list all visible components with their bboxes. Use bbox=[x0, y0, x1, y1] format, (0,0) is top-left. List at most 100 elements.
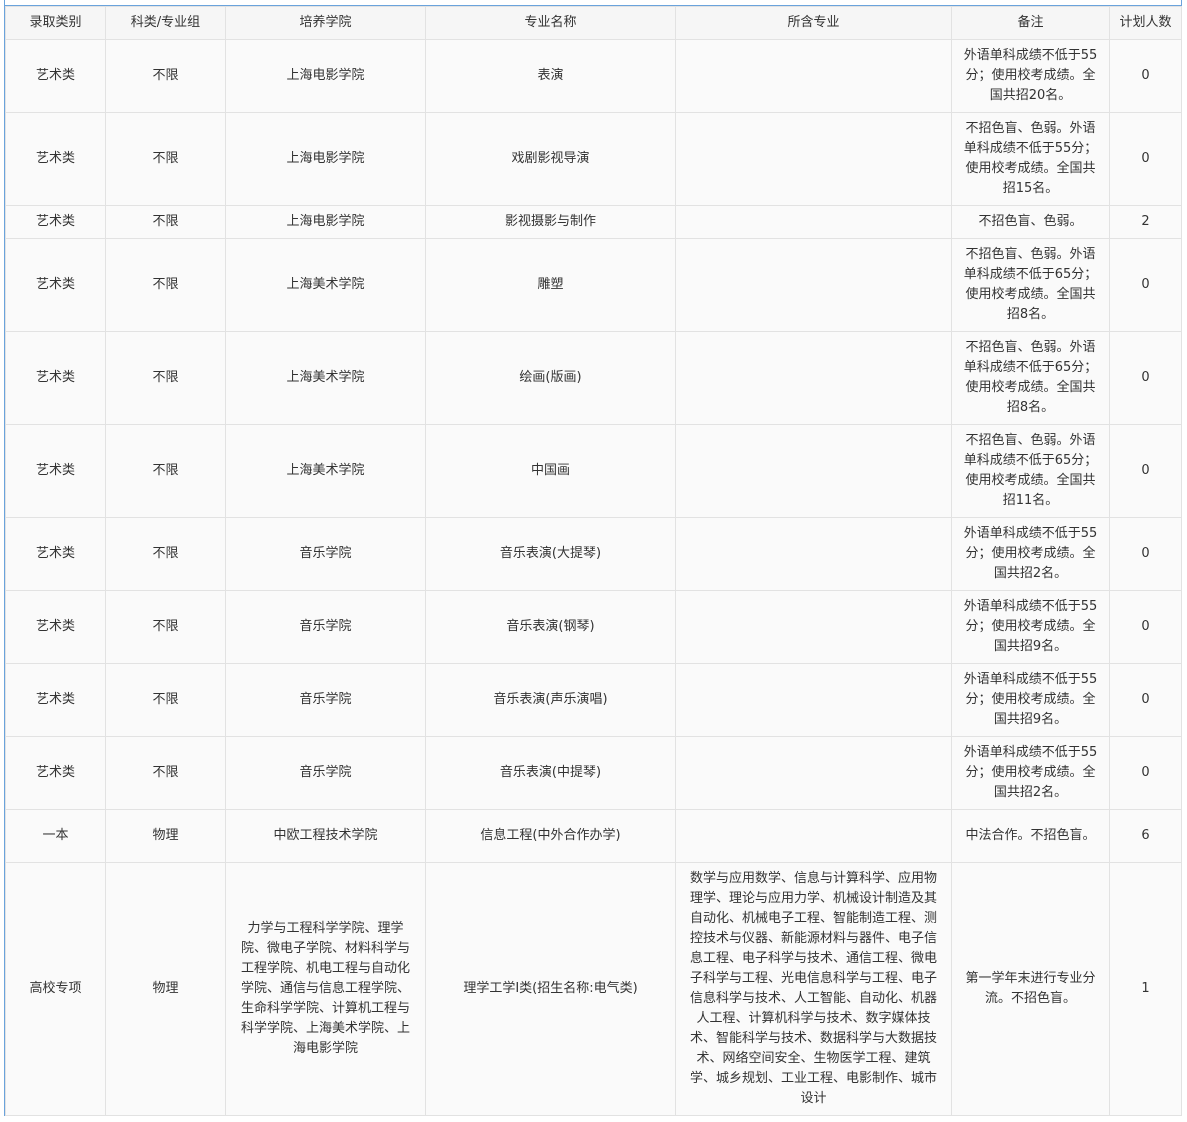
cell-plan-count: 0 bbox=[1109, 590, 1182, 664]
cell-college: 音乐学院 bbox=[225, 663, 426, 737]
cell-subject-group: 不限 bbox=[105, 517, 226, 591]
cell-subject-group: 不限 bbox=[105, 39, 226, 113]
cell-remark: 外语单科成绩不低于55分；使用校考成绩。全国共招20名。 bbox=[951, 39, 1110, 113]
header-college: 培养学院 bbox=[225, 6, 426, 40]
cell-included-majors bbox=[675, 112, 952, 206]
table-row: 艺术类 不限 上海电影学院 戏剧影视导演 不招色盲、色弱。外语单科成绩不低于55… bbox=[5, 112, 1182, 206]
cell-remark: 外语单科成绩不低于55分；使用校考成绩。全国共招2名。 bbox=[951, 736, 1110, 810]
cell-college: 上海电影学院 bbox=[225, 39, 426, 113]
cell-plan-count: 0 bbox=[1109, 424, 1182, 518]
table-row: 艺术类 不限 上海美术学院 中国画 不招色盲、色弱。外语单科成绩不低于65分；使… bbox=[5, 424, 1182, 518]
table-row: 艺术类 不限 上海电影学院 表演 外语单科成绩不低于55分；使用校考成绩。全国共… bbox=[5, 39, 1182, 113]
cell-college: 上海美术学院 bbox=[225, 238, 426, 332]
cell-category: 艺术类 bbox=[5, 205, 106, 239]
cell-college: 上海美术学院 bbox=[225, 424, 426, 518]
cell-subject-group: 不限 bbox=[105, 590, 226, 664]
cell-included-majors bbox=[675, 517, 952, 591]
cell-major-name: 音乐表演(中提琴) bbox=[425, 736, 676, 810]
cell-plan-count: 0 bbox=[1109, 736, 1182, 810]
cell-subject-group: 不限 bbox=[105, 424, 226, 518]
cell-remark: 外语单科成绩不低于55分；使用校考成绩。全国共招9名。 bbox=[951, 663, 1110, 737]
cell-plan-count: 0 bbox=[1109, 663, 1182, 737]
cell-remark: 不招色盲、色弱。外语单科成绩不低于65分；使用校考成绩。全国共招8名。 bbox=[951, 238, 1110, 332]
cell-included-majors bbox=[675, 663, 952, 737]
cell-included-majors bbox=[675, 205, 952, 239]
cell-college: 上海电影学院 bbox=[225, 205, 426, 239]
cell-included-majors bbox=[675, 238, 952, 332]
cell-plan-count: 0 bbox=[1109, 39, 1182, 113]
cell-category: 艺术类 bbox=[5, 590, 106, 664]
header-plan-count: 计划人数 bbox=[1109, 6, 1182, 40]
cell-college: 上海电影学院 bbox=[225, 112, 426, 206]
table-row: 艺术类 不限 音乐学院 音乐表演(大提琴) 外语单科成绩不低于55分；使用校考成… bbox=[5, 517, 1182, 591]
cell-included-majors bbox=[675, 331, 952, 425]
table-row: 艺术类 不限 上海美术学院 绘画(版画) 不招色盲、色弱。外语单科成绩不低于65… bbox=[5, 331, 1182, 425]
cell-college: 中欧工程技术学院 bbox=[225, 809, 426, 863]
cell-category: 艺术类 bbox=[5, 39, 106, 113]
cell-major-name: 信息工程(中外合作办学) bbox=[425, 809, 676, 863]
cell-plan-count: 1 bbox=[1109, 862, 1182, 1116]
cell-college: 音乐学院 bbox=[225, 517, 426, 591]
cell-major-name: 音乐表演(大提琴) bbox=[425, 517, 676, 591]
cell-category: 艺术类 bbox=[5, 663, 106, 737]
cell-major-name: 影视摄影与制作 bbox=[425, 205, 676, 239]
cell-subject-group: 不限 bbox=[105, 331, 226, 425]
cell-included-majors: 数学与应用数学、信息与计算科学、应用物理学、理论与应用力学、机械设计制造及其自动… bbox=[675, 862, 952, 1116]
cell-plan-count: 2 bbox=[1109, 205, 1182, 239]
cell-remark: 不招色盲、色弱。 bbox=[951, 205, 1110, 239]
cell-subject-group: 不限 bbox=[105, 205, 226, 239]
header-major-name: 专业名称 bbox=[425, 6, 676, 40]
cell-category: 艺术类 bbox=[5, 424, 106, 518]
cell-included-majors bbox=[675, 424, 952, 518]
table-row: 艺术类 不限 上海美术学院 雕塑 不招色盲、色弱。外语单科成绩不低于65分；使用… bbox=[5, 238, 1182, 332]
table-row: 艺术类 不限 上海电影学院 影视摄影与制作 不招色盲、色弱。 2 bbox=[5, 205, 1182, 239]
cell-subject-group: 不限 bbox=[105, 112, 226, 206]
cell-category: 艺术类 bbox=[5, 517, 106, 591]
cell-major-name: 表演 bbox=[425, 39, 676, 113]
cell-major-name: 音乐表演(钢琴) bbox=[425, 590, 676, 664]
cell-college: 力学与工程科学学院、理学院、微电子学院、材料科学与工程学院、机电工程与自动化学院… bbox=[225, 862, 426, 1116]
admission-plan-table: 录取类别 科类/专业组 培养学院 专业名称 所含专业 备注 计划人数 艺术类 不… bbox=[5, 6, 1182, 1116]
cell-college: 音乐学院 bbox=[225, 736, 426, 810]
cell-major-name: 音乐表演(声乐演唱) bbox=[425, 663, 676, 737]
cell-college: 音乐学院 bbox=[225, 590, 426, 664]
cell-category: 一本 bbox=[5, 809, 106, 863]
cell-major-name: 戏剧影视导演 bbox=[425, 112, 676, 206]
cell-major-name: 理学工学I类(招生名称:电气类) bbox=[425, 862, 676, 1116]
cell-category: 高校专项 bbox=[5, 862, 106, 1116]
cell-category: 艺术类 bbox=[5, 736, 106, 810]
cell-plan-count: 0 bbox=[1109, 517, 1182, 591]
cell-category: 艺术类 bbox=[5, 238, 106, 332]
cell-remark: 第一学年末进行专业分流。不招色盲。 bbox=[951, 862, 1110, 1116]
header-category: 录取类别 bbox=[5, 6, 106, 40]
cell-category: 艺术类 bbox=[5, 331, 106, 425]
cell-subject-group: 物理 bbox=[105, 809, 226, 863]
cell-included-majors bbox=[675, 590, 952, 664]
cell-remark: 中法合作。不招色盲。 bbox=[951, 809, 1110, 863]
cell-plan-count: 0 bbox=[1109, 112, 1182, 206]
cell-remark: 不招色盲、色弱。外语单科成绩不低于65分；使用校考成绩。全国共招11名。 bbox=[951, 424, 1110, 518]
table-row: 高校专项 物理 力学与工程科学学院、理学院、微电子学院、材料科学与工程学院、机电… bbox=[5, 862, 1182, 1116]
cell-subject-group: 不限 bbox=[105, 238, 226, 332]
cell-remark: 外语单科成绩不低于55分；使用校考成绩。全国共招2名。 bbox=[951, 517, 1110, 591]
cell-remark: 不招色盲、色弱。外语单科成绩不低于55分；使用校考成绩。全国共招15名。 bbox=[951, 112, 1110, 206]
cell-remark: 外语单科成绩不低于55分；使用校考成绩。全国共招9名。 bbox=[951, 590, 1110, 664]
table-row: 艺术类 不限 音乐学院 音乐表演(中提琴) 外语单科成绩不低于55分；使用校考成… bbox=[5, 736, 1182, 810]
header-remark: 备注 bbox=[951, 6, 1110, 40]
cell-major-name: 雕塑 bbox=[425, 238, 676, 332]
cell-included-majors bbox=[675, 39, 952, 113]
cell-subject-group: 不限 bbox=[105, 663, 226, 737]
cell-major-name: 中国画 bbox=[425, 424, 676, 518]
cell-subject-group: 不限 bbox=[105, 736, 226, 810]
cell-college: 上海美术学院 bbox=[225, 331, 426, 425]
cell-subject-group: 物理 bbox=[105, 862, 226, 1116]
cell-plan-count: 0 bbox=[1109, 331, 1182, 425]
header-included-majors: 所含专业 bbox=[675, 6, 952, 40]
header-subject-group: 科类/专业组 bbox=[105, 6, 226, 40]
cell-major-name: 绘画(版画) bbox=[425, 331, 676, 425]
cell-category: 艺术类 bbox=[5, 112, 106, 206]
cell-remark: 不招色盲、色弱。外语单科成绩不低于65分；使用校考成绩。全国共招8名。 bbox=[951, 331, 1110, 425]
cell-plan-count: 6 bbox=[1109, 809, 1182, 863]
cell-included-majors bbox=[675, 736, 952, 810]
table-row: 艺术类 不限 音乐学院 音乐表演(钢琴) 外语单科成绩不低于55分；使用校考成绩… bbox=[5, 590, 1182, 664]
